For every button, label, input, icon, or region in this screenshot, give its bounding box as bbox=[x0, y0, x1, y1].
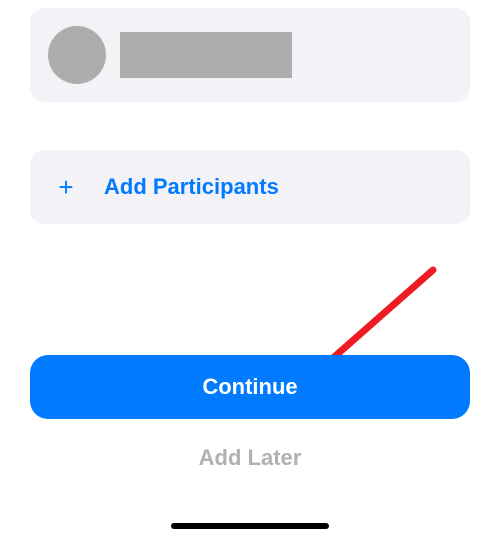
avatar bbox=[48, 26, 106, 84]
add-later-button[interactable]: Add Later bbox=[30, 445, 470, 471]
participant-row[interactable] bbox=[30, 8, 470, 102]
plus-icon: + bbox=[52, 172, 80, 203]
home-indicator[interactable] bbox=[171, 523, 329, 529]
add-participants-button[interactable]: + Add Participants bbox=[30, 150, 470, 224]
continue-button[interactable]: Continue bbox=[30, 355, 470, 419]
participant-name-redacted bbox=[120, 32, 292, 78]
add-participants-label: Add Participants bbox=[104, 174, 279, 200]
